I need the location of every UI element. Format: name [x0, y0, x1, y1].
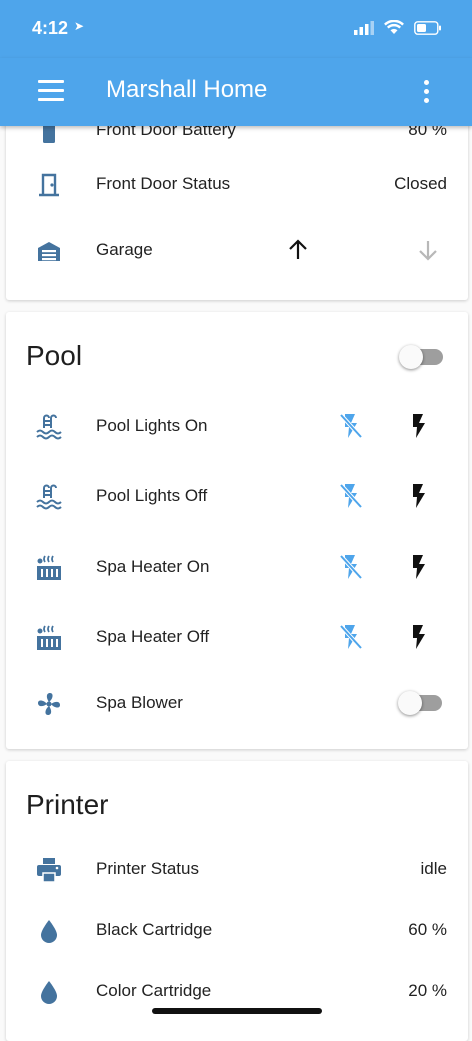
water-drop-icon — [41, 920, 57, 943]
pool-icon — [36, 414, 62, 440]
toggle-thumb — [399, 345, 423, 369]
row-label: Color Cartridge — [96, 981, 212, 1000]
door-icon — [39, 173, 59, 197]
row-value: Closed — [394, 174, 447, 193]
row-label: Pool Lights On — [96, 416, 208, 435]
fan-icon — [38, 693, 60, 715]
battery-icon — [414, 20, 441, 35]
list-item: Pool Lights Off — [6, 474, 468, 518]
card-title: Printer — [26, 789, 109, 820]
flash-off-icon[interactable] — [338, 481, 364, 511]
row-label: Spa Heater On — [96, 557, 210, 576]
list-item: Spa Heater On — [6, 545, 468, 589]
toggle-thumb — [398, 691, 422, 715]
list-item[interactable]: Color Cartridge 20 % — [6, 969, 468, 1013]
row-label: Black Cartridge — [96, 920, 213, 939]
flash-icon[interactable] — [407, 411, 429, 441]
row-value: 20 % — [408, 981, 447, 1000]
water-drop-icon — [41, 981, 57, 1004]
flash-icon[interactable] — [407, 622, 429, 652]
more-options-icon[interactable] — [424, 80, 430, 104]
spa-blower-toggle[interactable] — [398, 688, 442, 718]
app-toolbar: Marshall Home — [0, 58, 472, 126]
pool-card: Pool Pool Lights On Pool Lights Off Spa … — [6, 312, 468, 749]
list-item: Spa Blower — [6, 681, 468, 725]
page-title: Marshall Home — [106, 76, 268, 103]
row-label: Printer Status — [96, 859, 199, 878]
flash-off-icon[interactable] — [338, 552, 364, 582]
row-label: Spa Heater Off — [96, 627, 210, 646]
row-label: Front Door Status — [96, 174, 231, 193]
flash-icon[interactable] — [407, 552, 429, 582]
list-item: Pool Lights On — [6, 404, 468, 448]
doors-card: Front Door Battery 80 % Front Door Statu… — [6, 96, 468, 300]
garage-icon — [38, 242, 60, 261]
row-label: Garage — [96, 240, 153, 259]
list-item: Spa Heater Off — [6, 615, 468, 659]
flash-off-icon[interactable] — [338, 622, 364, 652]
status-bar: 4:12 ➤ — [0, 0, 472, 58]
hot-tub-icon — [37, 625, 61, 650]
row-value: 60 % — [408, 920, 447, 939]
printer-icon — [37, 858, 61, 883]
flash-off-icon[interactable] — [338, 411, 364, 441]
hot-tub-icon — [37, 555, 61, 580]
arrow-up-icon[interactable] — [286, 238, 310, 262]
arrow-down-icon[interactable] — [416, 238, 440, 262]
home-indicator — [152, 1008, 322, 1014]
pool-toggle[interactable] — [399, 342, 443, 372]
location-icon: ➤ — [74, 19, 85, 33]
row-label: Spa Blower — [96, 693, 183, 712]
status-time: 4:12 — [32, 18, 69, 38]
printer-card: Printer Printer Status idle Black Cartri… — [6, 761, 468, 1041]
signal-icon — [354, 20, 374, 35]
flash-icon[interactable] — [407, 481, 429, 511]
card-title: Pool — [26, 340, 83, 371]
status-icons — [354, 20, 442, 35]
menu-icon[interactable] — [38, 80, 64, 102]
wifi-icon — [384, 20, 404, 34]
list-item[interactable]: Front Door Status Closed — [6, 162, 468, 206]
row-label: Pool Lights Off — [96, 486, 208, 505]
list-item[interactable]: Printer Status idle — [6, 847, 468, 891]
list-item: Garage — [6, 228, 468, 272]
list-item[interactable]: Black Cartridge 60 % — [6, 908, 468, 952]
pool-icon — [36, 484, 62, 510]
row-value: idle — [420, 859, 447, 878]
